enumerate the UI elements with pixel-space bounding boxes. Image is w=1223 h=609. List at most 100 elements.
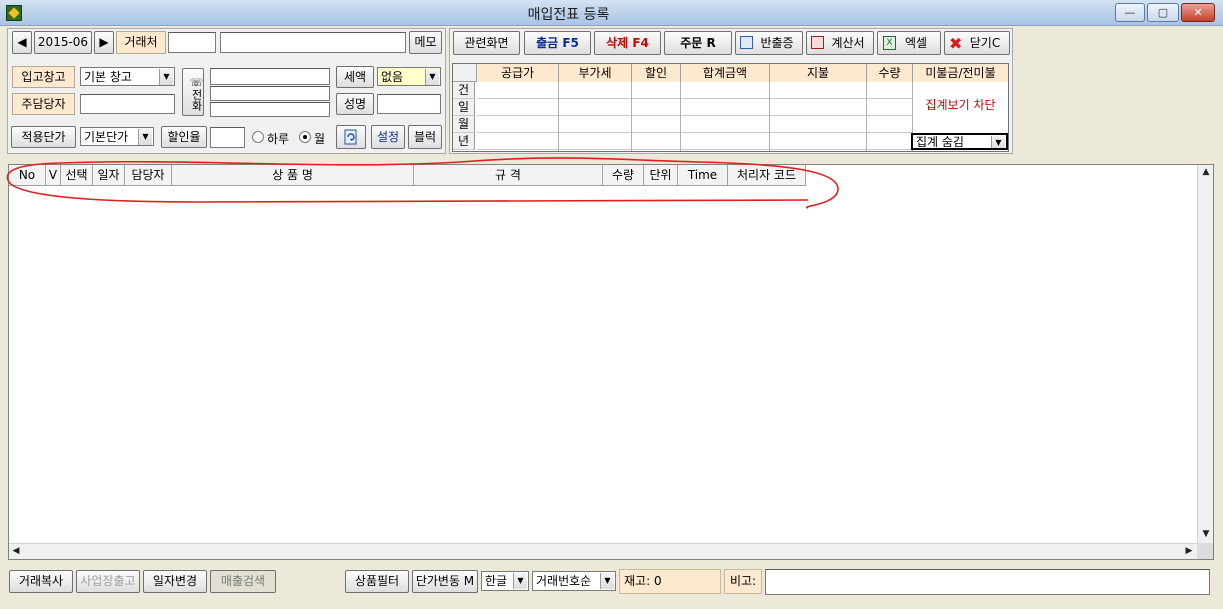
date-field[interactable]: 2015-06 <box>34 31 92 54</box>
summary-header-supply: 공급가 <box>477 64 559 82</box>
summary-table: 공급가 부가세 할인 합계금액 지불 수량 미불금/전미불 건 일 월 년 집계… <box>452 63 1009 152</box>
summary-col-divider <box>680 82 681 151</box>
summary-header-discount: 할인 <box>632 64 681 82</box>
language-select-value: 한글 <box>485 574 508 588</box>
manager-input[interactable] <box>80 94 175 114</box>
printer-red-icon <box>811 36 824 49</box>
related-screen-button[interactable]: 관련화면 <box>453 31 520 55</box>
chevron-down-icon: ▼ <box>425 69 439 85</box>
phone-button[interactable]: ☏전화 <box>182 68 204 116</box>
summary-hide-select-value: 집계 숨김 <box>916 135 964 149</box>
phone-input-2[interactable] <box>210 86 330 101</box>
chevron-down-icon: ▼ <box>600 573 614 589</box>
item-grid[interactable]: No V 선택 일자 담당자 상 품 명 규 격 수량 단위 Time 처리자 … <box>8 164 1214 560</box>
copy-transaction-button[interactable]: 거래복사 <box>9 570 73 593</box>
scroll-right-arrow-icon[interactable]: ▶ <box>1182 544 1196 560</box>
note-input[interactable] <box>765 569 1210 595</box>
price-type-label: 적용단가 <box>11 126 76 148</box>
invoice-label: 계산서 <box>831 36 865 50</box>
summary-header-qty: 수량 <box>867 64 913 82</box>
minimize-button[interactable]: — <box>1115 3 1145 22</box>
chevron-down-icon: ▼ <box>159 69 173 85</box>
radio-month-label: 월 <box>314 132 326 146</box>
memo-button[interactable]: 메모 <box>409 31 442 54</box>
price-type-select-value: 기본단가 <box>84 130 129 144</box>
chevron-down-icon: ▼ <box>991 136 1005 148</box>
summary-header-unpaid: 미불금/전미불 <box>913 64 1008 82</box>
name-input[interactable] <box>377 94 441 114</box>
summary-col-divider <box>631 82 632 151</box>
name-label: 성명 <box>336 93 374 115</box>
next-month-button[interactable]: ▶ <box>94 31 114 54</box>
chevron-down-icon: ▼ <box>513 573 527 589</box>
warehouse-label: 입고창고 <box>12 66 75 88</box>
scroll-up-arrow-icon[interactable]: ▲ <box>1198 165 1214 181</box>
order-button[interactable]: 주문 R <box>664 31 732 55</box>
summary-col-divider <box>866 82 867 151</box>
summary-row-case: 건 <box>453 82 475 99</box>
sales-search-button[interactable]: 매출검색 <box>210 570 276 593</box>
summary-col-divider <box>769 82 770 151</box>
vendor-name-input[interactable] <box>220 32 406 53</box>
close-x-icon: ✖ <box>949 34 963 53</box>
note-label: 비고: <box>724 569 762 594</box>
maximize-button[interactable]: ▢ <box>1147 3 1179 22</box>
summary-header-vat: 부가세 <box>559 64 632 82</box>
discount-label: 할인율 <box>161 126 207 148</box>
prev-month-button[interactable]: ◀ <box>12 31 32 54</box>
phone-input-1[interactable] <box>210 68 330 85</box>
scroll-corner <box>1197 543 1213 559</box>
vertical-scrollbar[interactable]: ▲ ▼ <box>1197 165 1213 543</box>
tax-select[interactable]: 없음 ▼ <box>377 67 441 86</box>
invoice-button[interactable]: 계산서 <box>806 31 874 55</box>
vendor-code-input[interactable] <box>168 32 216 53</box>
sort-select[interactable]: 거래번호순 ▼ <box>532 571 616 591</box>
radio-day[interactable] <box>252 131 264 143</box>
tax-label: 세액 <box>336 66 374 88</box>
scroll-left-arrow-icon[interactable]: ◀ <box>9 544 23 560</box>
product-filter-button[interactable]: 상품필터 <box>345 570 409 593</box>
radio-month[interactable] <box>299 131 311 143</box>
radio-day-label: 하루 <box>267 132 290 146</box>
price-change-button[interactable]: 단가변동 M <box>412 570 478 593</box>
printer-icon <box>740 36 753 49</box>
manager-label: 주담당자 <box>12 93 75 115</box>
chevron-down-icon: ▼ <box>138 129 152 145</box>
return-slip-button[interactable]: 반출증 <box>735 31 803 55</box>
close-window-button[interactable]: ✕ <box>1181 3 1215 22</box>
summary-hide-select[interactable]: 집계 숨김 ▼ <box>911 133 1008 150</box>
tax-select-value: 없음 <box>381 70 404 84</box>
price-type-select[interactable]: 기본단가 ▼ <box>80 127 154 146</box>
scroll-down-arrow-icon[interactable]: ▼ <box>1198 527 1214 543</box>
stock-display: 재고: 0 <box>619 569 721 594</box>
red-annotation-ellipse <box>6 157 839 209</box>
excel-button[interactable]: X 엑셀 <box>877 31 941 55</box>
site-shipment-button[interactable]: 사업장출고 <box>76 570 140 593</box>
payment-f5-button[interactable]: 출금 F5 <box>524 31 591 55</box>
summary-row-year: 년 <box>453 133 475 150</box>
calendar-refresh-button[interactable] <box>336 125 366 149</box>
excel-icon: X <box>883 36 896 50</box>
summary-blocked-message: 집계보기 차단 <box>925 98 996 112</box>
excel-label: 엑셀 <box>904 36 928 50</box>
title-bar: 매입전표 등록 — ▢ ✕ <box>0 0 1223 26</box>
settings-button[interactable]: 설정 <box>371 125 405 149</box>
horizontal-scrollbar[interactable]: ◀ ▶ <box>9 543 1197 559</box>
close-button[interactable]: ✖ 닫기C <box>944 31 1010 55</box>
summary-row-month: 월 <box>453 116 475 133</box>
window-title: 매입전표 등록 <box>527 7 610 23</box>
warehouse-select-value: 기본 창고 <box>84 70 132 84</box>
discount-input[interactable] <box>210 127 245 148</box>
phone-input-3[interactable] <box>210 102 330 117</box>
block-button[interactable]: 블럭 <box>408 125 442 149</box>
vendor-label: 거래처 <box>116 31 166 54</box>
change-date-button[interactable]: 일자변경 <box>143 570 207 593</box>
summary-cells <box>477 82 913 151</box>
summary-header-total: 합계금액 <box>681 64 770 82</box>
summary-corner <box>453 64 477 82</box>
language-select[interactable]: 한글 ▼ <box>481 571 529 591</box>
delete-f4-button[interactable]: 삭제 F4 <box>594 31 661 55</box>
return-slip-label: 반출증 <box>760 36 794 50</box>
summary-header-paid: 지불 <box>770 64 867 82</box>
warehouse-select[interactable]: 기본 창고 ▼ <box>80 67 175 86</box>
